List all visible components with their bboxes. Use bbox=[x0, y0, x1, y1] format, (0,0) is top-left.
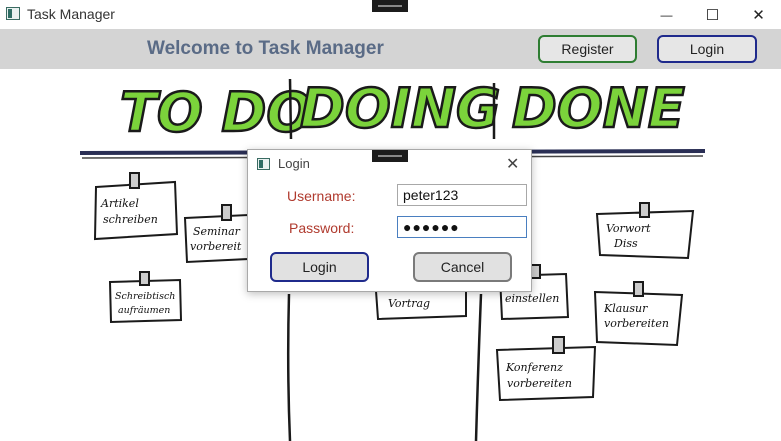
login-button[interactable]: Login bbox=[657, 35, 757, 63]
note-text: Klausur bbox=[603, 302, 648, 315]
window-title-bar: Task Manager — ☐ ✕ bbox=[0, 0, 781, 29]
note-text: Vortrag bbox=[388, 297, 430, 310]
board-headings: TO DO DOING DONE bbox=[119, 76, 686, 146]
header-bar: Welcome to Task Manager Register Login bbox=[0, 29, 781, 69]
cancel-button[interactable]: Cancel bbox=[413, 252, 512, 282]
note-text: Seminar bbox=[193, 225, 241, 238]
note-text: einstellen bbox=[505, 292, 559, 305]
minimize-button[interactable]: — bbox=[644, 0, 689, 29]
drag-handle-icon[interactable] bbox=[372, 0, 408, 12]
heading-doing: DOING bbox=[300, 77, 500, 140]
heading-todo: TO DO bbox=[120, 81, 312, 144]
note-text: vorbereit bbox=[190, 240, 242, 253]
login-dialog: Login ✕ Username: Password: ●●●●●● Login… bbox=[247, 149, 532, 292]
dialog-close-icon[interactable]: ✕ bbox=[506, 154, 519, 174]
dialog-title: Login bbox=[278, 156, 310, 171]
welcome-title: Welcome to Task Manager bbox=[147, 38, 384, 59]
heading-done: DONE bbox=[512, 77, 685, 140]
note-text: Diss bbox=[613, 237, 638, 250]
note-text: vorbereiten bbox=[604, 317, 669, 330]
password-label: Password: bbox=[289, 220, 355, 236]
close-icon: ✕ bbox=[752, 6, 765, 24]
note-text: Vorwort bbox=[606, 222, 651, 235]
app-icon bbox=[257, 158, 270, 170]
app-icon bbox=[6, 7, 20, 20]
dialog-login-button[interactable]: Login bbox=[270, 252, 369, 282]
note-text: Schreibtisch bbox=[115, 291, 175, 302]
note-text: aufräumen bbox=[118, 305, 170, 316]
username-label: Username: bbox=[287, 188, 356, 204]
note-text: vorbereiten bbox=[507, 377, 572, 390]
password-input[interactable]: ●●●●●● bbox=[397, 216, 527, 238]
note-text: Konferenz bbox=[505, 361, 563, 374]
maximize-icon: ☐ bbox=[705, 6, 720, 24]
username-input[interactable] bbox=[397, 184, 527, 206]
maximize-button[interactable]: ☐ bbox=[690, 0, 735, 29]
drag-handle-icon[interactable] bbox=[372, 150, 408, 162]
close-button[interactable]: ✕ bbox=[736, 0, 781, 29]
register-button[interactable]: Register bbox=[538, 35, 637, 63]
note-text: schreiben bbox=[103, 213, 158, 226]
window-title: Task Manager bbox=[27, 6, 115, 22]
minimize-icon: — bbox=[660, 7, 673, 22]
note-text: Artikel bbox=[100, 197, 139, 210]
